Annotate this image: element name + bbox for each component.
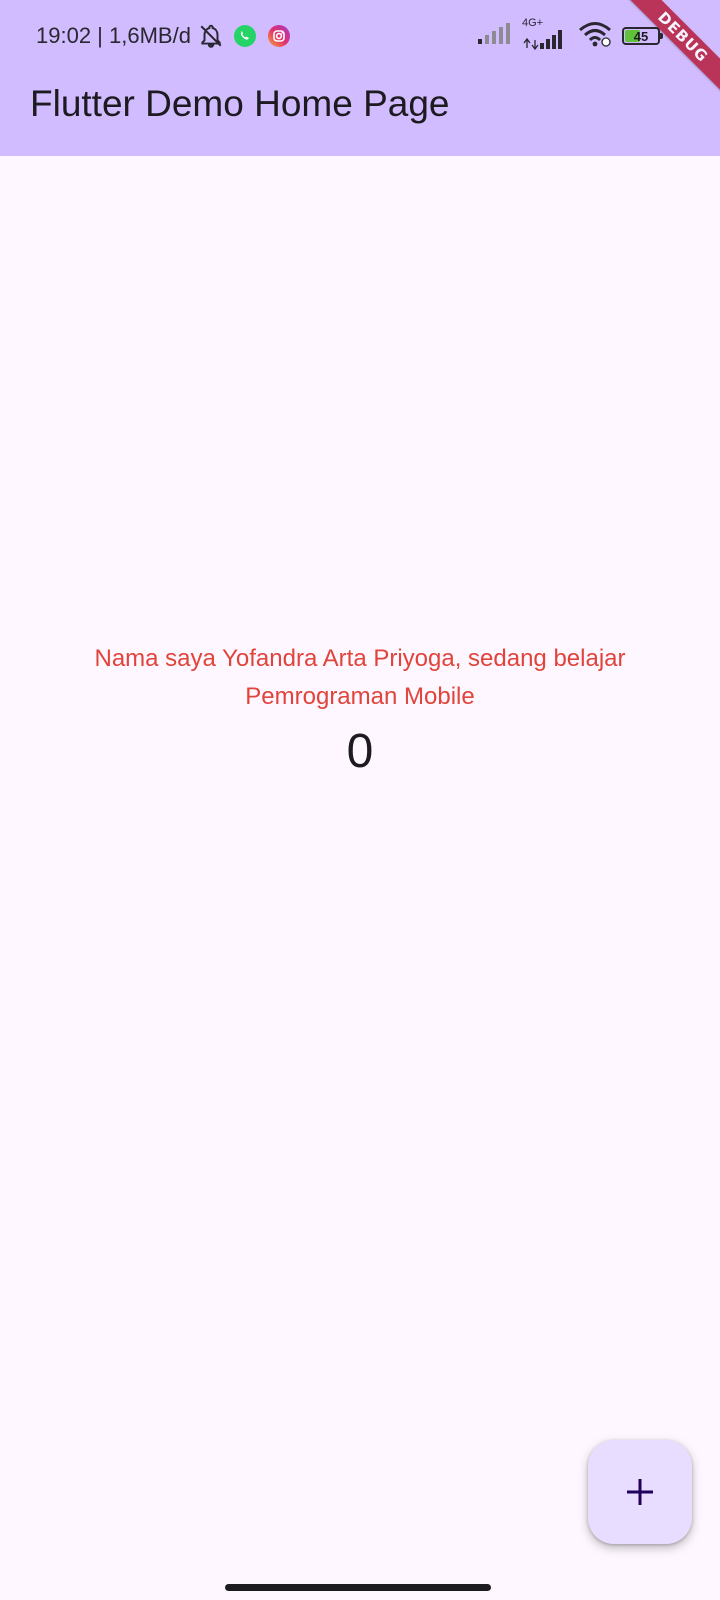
wifi-icon — [578, 21, 612, 52]
counter-value: 0 — [346, 725, 374, 778]
page-title: Flutter Demo Home Page — [30, 83, 450, 124]
signal-icon — [478, 22, 512, 50]
mobile-signal-icon: 4G+ — [522, 17, 568, 51]
whatsapp-icon — [231, 22, 259, 50]
status-left: 19:02 | 1,6MB/d — [36, 18, 293, 54]
status-right: 4G+ 45 — [478, 17, 663, 54]
intro-message: Nama saya Yofandra Arta Priyoga, sedang … — [94, 645, 626, 710]
bell-off-icon — [197, 22, 225, 50]
screen: 19:02 | 1,6MB/d 4G+ 45 Flutter Demo Home… — [0, 0, 720, 1600]
instagram-icon — [265, 22, 293, 50]
status-time: 19:02 | 1,6MB/d — [36, 23, 191, 48]
status-bar: 19:02 | 1,6MB/d 4G+ 45 — [0, 0, 720, 72]
app-bar: 19:02 | 1,6MB/d 4G+ 45 Flutter Demo Home… — [0, 0, 720, 156]
increment-button[interactable] — [588, 1440, 692, 1544]
main-body — [0, 156, 720, 1600]
battery-level: 45 — [633, 28, 649, 44]
center-content: Nama saya Yofandra Arta Priyoga, sedang … — [0, 640, 720, 782]
plus-icon — [627, 1479, 653, 1505]
home-indicator[interactable] — [225, 1584, 491, 1591]
battery-icon: 45 — [622, 27, 663, 45]
